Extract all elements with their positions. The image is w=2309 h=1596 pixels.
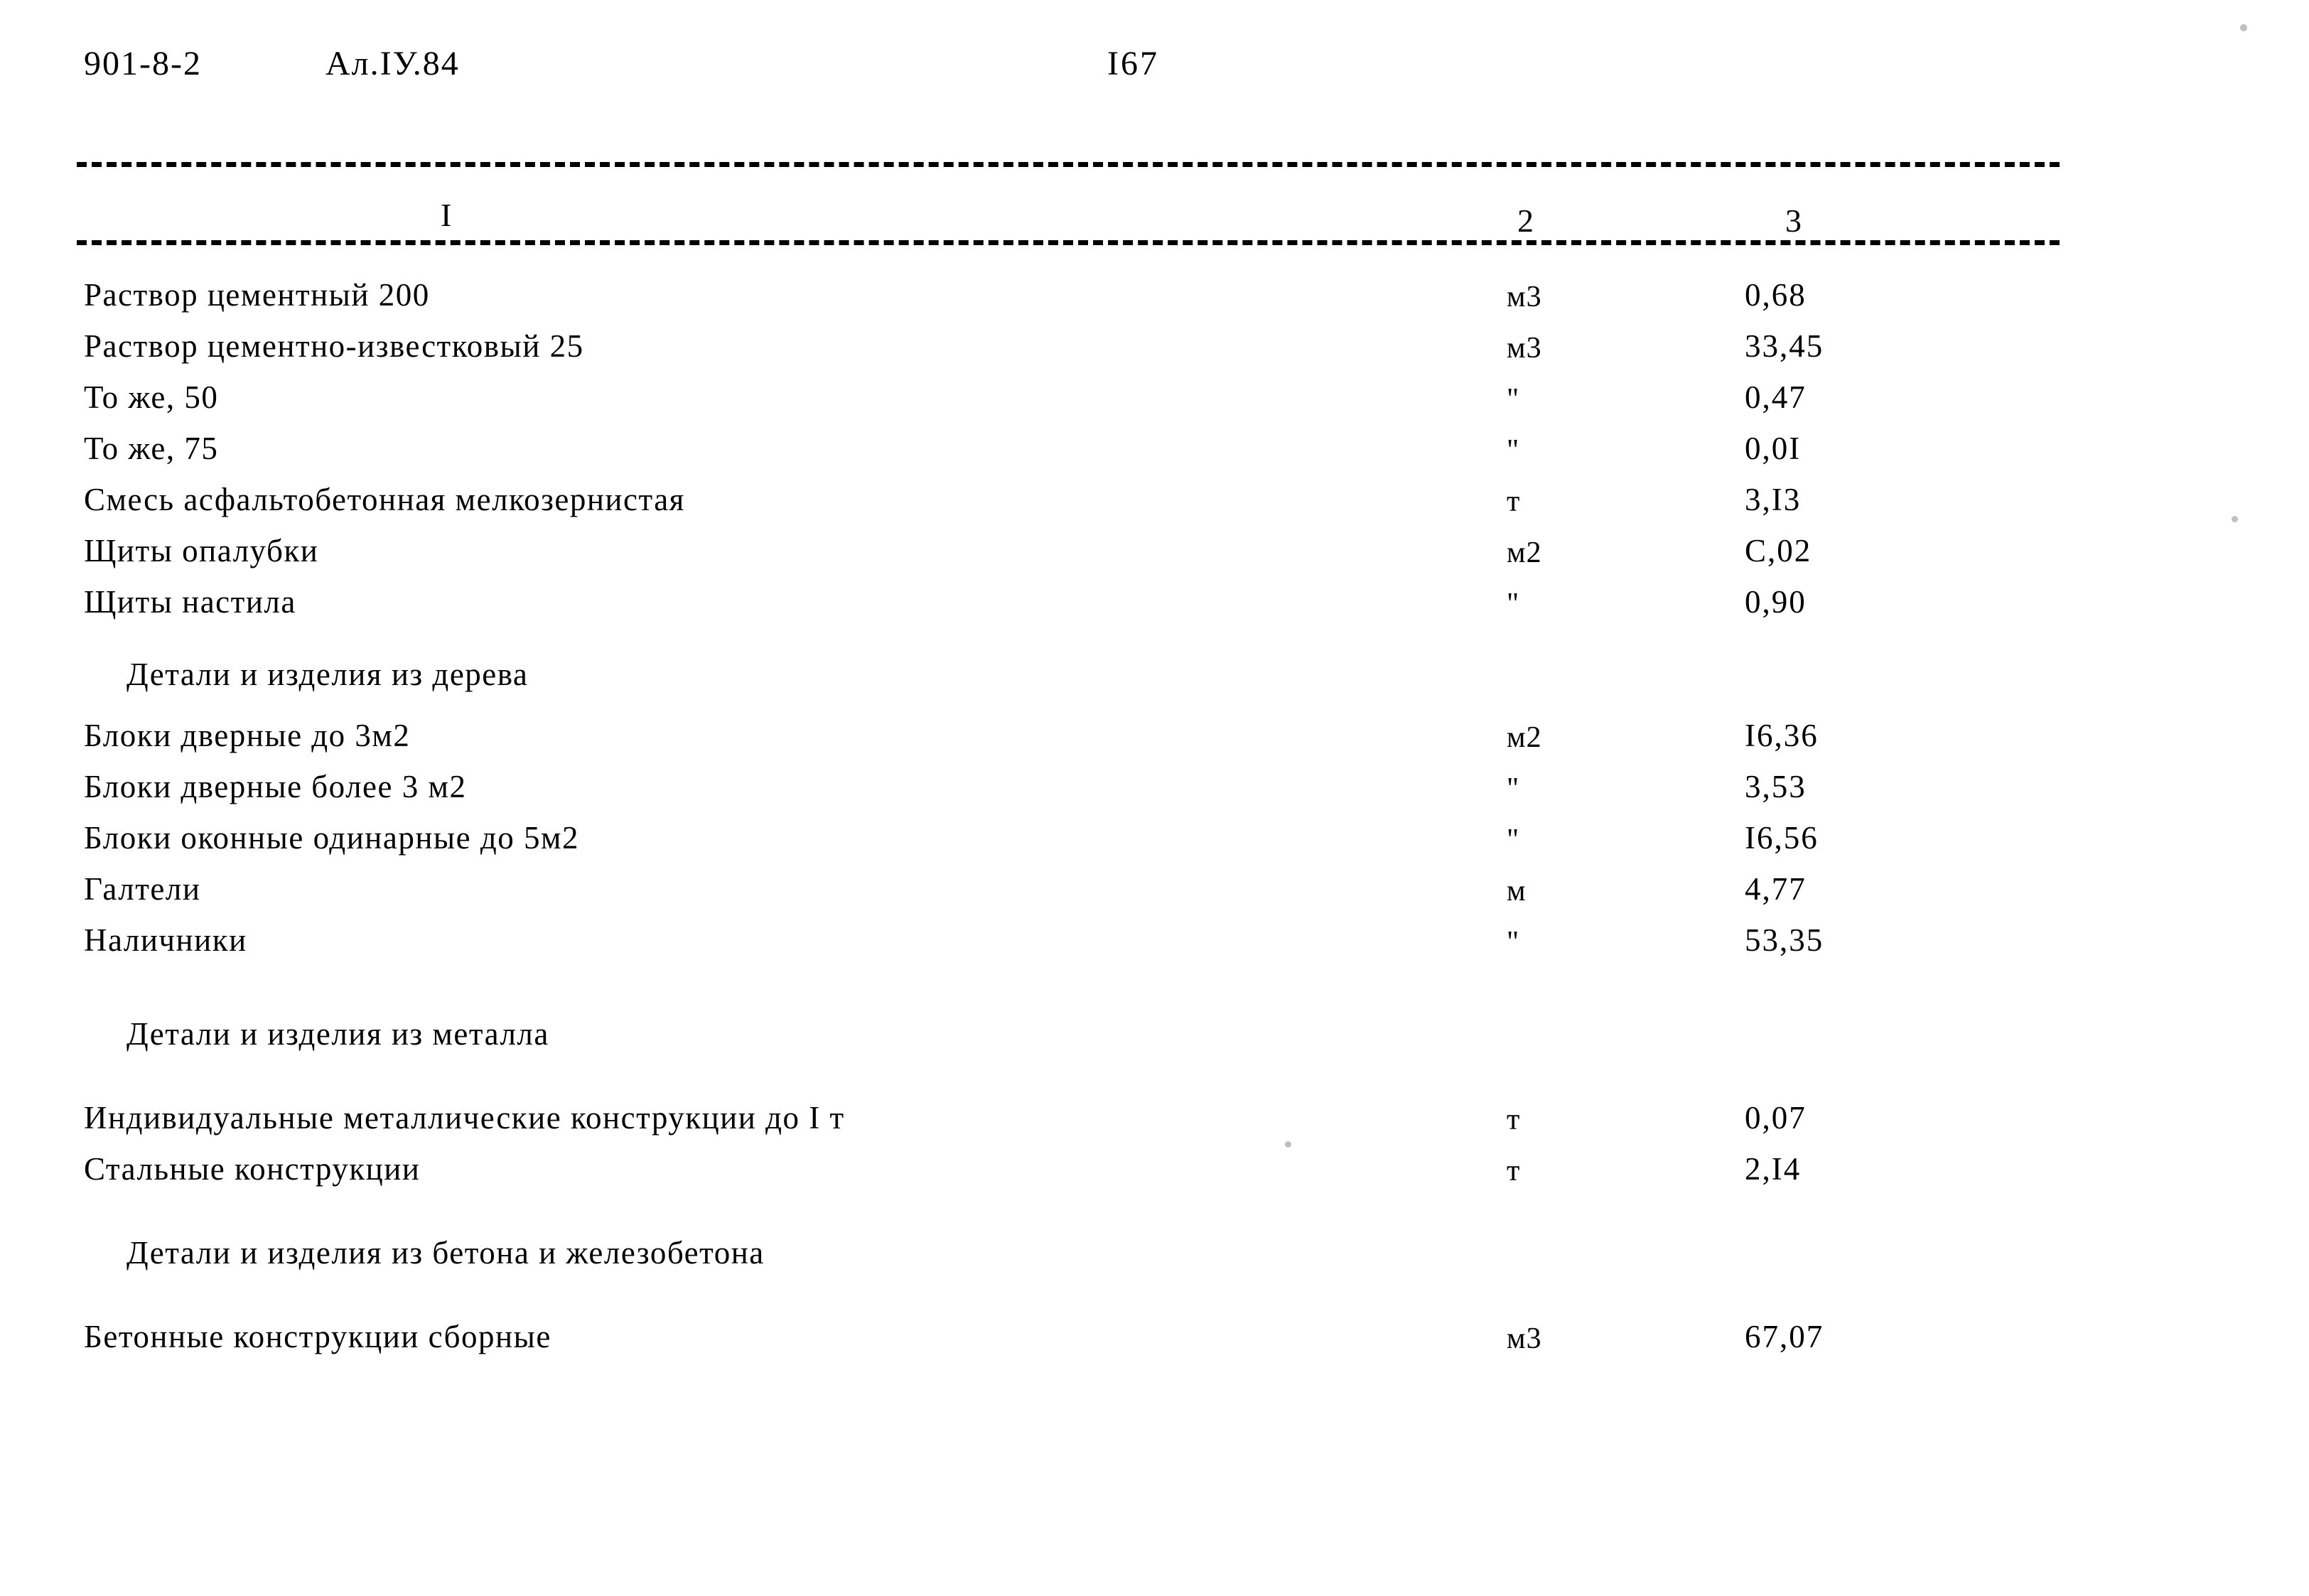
- row-quantity: 33,45: [1745, 328, 1824, 364]
- row-unit: т: [1507, 485, 1521, 518]
- row-description: Щиты опалубки: [84, 533, 319, 568]
- table-row: То же, 50 " 0,47: [0, 379, 2309, 432]
- row-unit: м2: [1507, 537, 1542, 569]
- row-quantity: 53,35: [1745, 922, 1824, 958]
- row-quantity: 4,77: [1745, 871, 1807, 907]
- column-header-3: 3: [1785, 203, 1803, 239]
- column-header-2: 2: [1517, 203, 1535, 239]
- row-spacer: [0, 1069, 2309, 1101]
- row-spacer: [0, 637, 2309, 658]
- table-row: Индивидуальные металлические конструкции…: [0, 1101, 2309, 1153]
- table-row: Стальные конструкции т 2,I4: [0, 1151, 2309, 1204]
- table-row: Смесь асфальтобетонная мелкозернистая т 3,…: [0, 482, 2309, 534]
- row-description: Стальные конструкции: [84, 1151, 421, 1187]
- row-unit: м3: [1507, 1322, 1542, 1355]
- table-row: Раствор цементный 200 м3 0,68: [0, 277, 2309, 330]
- row-quantity: 0,07: [1745, 1100, 1807, 1136]
- row-unit: м3: [1507, 281, 1542, 313]
- row-unit: м3: [1507, 332, 1542, 365]
- row-unit: ": [1507, 824, 1520, 856]
- scan-speck: [2240, 24, 2247, 31]
- table-section-heading: Детали и изделия из бетона и железобетон…: [0, 1236, 2309, 1288]
- table-row: Щиты настила " 0,90: [0, 584, 2309, 637]
- section-heading-label: Детали и изделия из металла: [127, 1016, 549, 1052]
- row-description: Раствор цементно-известковый 25: [84, 328, 584, 364]
- row-description: Наличники: [84, 922, 247, 958]
- table-row: Щиты опалубки м2 С,02: [0, 534, 2309, 586]
- row-quantity: 3,53: [1745, 769, 1807, 804]
- row-unit: ": [1507, 383, 1520, 416]
- document-code: 901-8-2: [84, 45, 202, 82]
- table-row: То же, 75 " 0,0I: [0, 431, 2309, 483]
- row-quantity: С,02: [1745, 533, 1812, 568]
- row-description: Раствор цементный 200: [84, 277, 430, 313]
- table-rule-bottom: [77, 240, 2060, 245]
- row-quantity: 67,07: [1745, 1319, 1824, 1354]
- row-description: Смесь асфальтобетонная мелкозернистая: [84, 482, 685, 517]
- section-heading-label: Детали и изделия из бетона и железобетон…: [127, 1235, 765, 1271]
- row-quantity: 0,47: [1745, 379, 1807, 415]
- row-spacer: [0, 1288, 2309, 1320]
- row-description: Индивидуальные металлические конструкции…: [84, 1100, 845, 1136]
- table-rule-top: [77, 162, 2060, 167]
- row-quantity: 0,90: [1745, 584, 1807, 620]
- row-unit: ": [1507, 926, 1520, 959]
- row-description: Блоки дверные более 3 м2: [84, 769, 467, 804]
- row-quantity: I6,56: [1745, 820, 1819, 856]
- row-description: То же, 75: [84, 431, 219, 466]
- page-number: I67: [1107, 45, 1159, 82]
- row-description: Бетонные конструкции сборные: [84, 1319, 551, 1354]
- row-quantity: 3,I3: [1745, 482, 1802, 517]
- row-unit: т: [1507, 1104, 1521, 1136]
- column-header-1: I: [441, 197, 453, 233]
- table-section-heading: Детали и изделия из дерева: [0, 657, 2309, 709]
- document-page: 901-8-2 Ал.IУ.84 I67 I 2 3 Раствор цемен…: [0, 0, 2309, 1596]
- row-description: Блоки дверные до 3м2: [84, 718, 411, 753]
- row-quantity: 0,68: [1745, 277, 1807, 313]
- row-unit: ": [1507, 434, 1520, 467]
- table-row: Блоки дверные более 3 м2 " 3,53: [0, 770, 2309, 821]
- table-row: Блоки оконные одинарные до 5м2 " I6,56: [0, 821, 2309, 873]
- table-body: Раствор цементный 200 м3 0,68 Раствор цемен…: [0, 277, 2309, 1371]
- table-row: Раствор цементно-известковый 25 м3 33,45: [0, 328, 2309, 381]
- row-quantity: 0,0I: [1745, 431, 1802, 466]
- row-spacer: [0, 1204, 2309, 1236]
- row-description: Галтели: [84, 871, 201, 907]
- section-heading-label: Детали и изделия из дерева: [127, 657, 529, 692]
- row-quantity: I6,36: [1745, 718, 1819, 753]
- document-header: 901-8-2 Ал.IУ.84 I67: [84, 44, 2145, 85]
- row-unit: м: [1507, 875, 1527, 907]
- album-reference: Ал.IУ.84: [325, 45, 460, 82]
- scan-speck: [2232, 516, 2238, 522]
- scan-speck: [1285, 1141, 1291, 1148]
- row-quantity: 2,I4: [1745, 1151, 1802, 1187]
- table-row: Бетонные конструкции сборные м3 67,07: [0, 1320, 2309, 1371]
- row-description: Блоки оконные одинарные до 5м2: [84, 820, 579, 856]
- row-spacer: [0, 975, 2309, 1018]
- table-section-heading: Детали и изделия из металла: [0, 1016, 2309, 1069]
- table-row: Наличники " 53,35: [0, 922, 2309, 975]
- table-row: Галтели м 4,77: [0, 871, 2309, 924]
- row-unit: ": [1507, 588, 1520, 620]
- row-unit: м2: [1507, 721, 1542, 754]
- row-description: То же, 50: [84, 379, 219, 415]
- table-row: Блоки дверные до 3м2 м2 I6,36: [0, 718, 2309, 770]
- row-unit: т: [1507, 1155, 1521, 1187]
- row-description: Щиты настила: [84, 584, 296, 620]
- row-unit: ": [1507, 772, 1520, 805]
